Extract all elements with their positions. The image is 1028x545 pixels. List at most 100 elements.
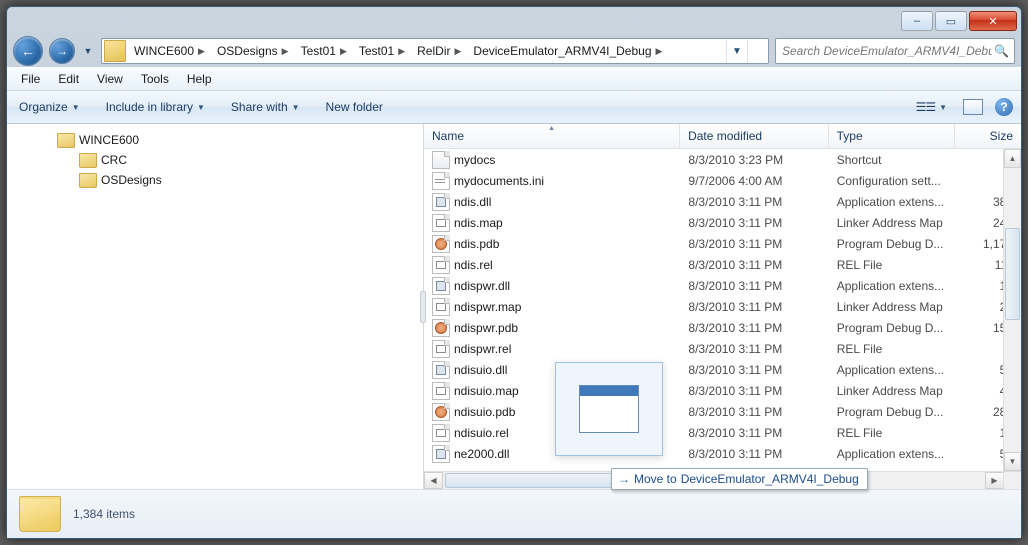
file-date: 8/3/2010 3:11 PM	[680, 258, 828, 272]
file-type: Linker Address Map	[829, 384, 955, 398]
file-row[interactable]: ndis.pdb8/3/2010 3:11 PMProgram Debug D.…	[424, 233, 1021, 254]
organize-button[interactable]: Organize ▼	[15, 96, 84, 118]
file-date: 8/3/2010 3:11 PM	[680, 342, 828, 356]
file-row[interactable]: ndisuio.pdb8/3/2010 3:11 PMProgram Debug…	[424, 401, 1021, 422]
column-size[interactable]: Size	[955, 124, 1021, 148]
scroll-left-arrow[interactable]: ◀	[424, 472, 443, 489]
breadcrumb-segment[interactable]: Test01▶	[295, 39, 353, 63]
search-input[interactable]	[780, 43, 994, 59]
close-button[interactable]: ✕	[969, 11, 1017, 31]
file-row[interactable]: ndispwr.rel8/3/2010 3:11 PMREL File6	[424, 338, 1021, 359]
folder-icon	[79, 153, 97, 168]
address-bar[interactable]: WINCE600▶OSDesigns▶Test01▶Test01▶RelDir▶…	[101, 38, 769, 64]
file-name: ndis.dll	[454, 195, 491, 209]
menu-bar: FileEditViewToolsHelp	[7, 67, 1021, 91]
share-with-button[interactable]: Share with ▼	[227, 96, 304, 118]
file-date: 8/3/2010 3:23 PM	[680, 153, 828, 167]
search-box[interactable]: 🔍	[775, 38, 1015, 64]
file-icon	[432, 214, 450, 232]
file-icon	[432, 424, 450, 442]
history-dropdown[interactable]: ▼	[81, 37, 95, 65]
chevron-down-icon: ▼	[292, 103, 300, 112]
file-name: mydocuments.ini	[454, 174, 544, 188]
column-name[interactable]: Name	[424, 124, 680, 148]
back-button[interactable]: ←	[13, 36, 43, 66]
chevron-down-icon: ▼	[197, 103, 205, 112]
chevron-right-icon: ▶	[656, 46, 663, 57]
file-icon	[432, 403, 450, 421]
scroll-right-arrow[interactable]: ▶	[985, 472, 1004, 489]
breadcrumb-label: Test01	[359, 44, 394, 58]
folder-icon	[57, 133, 75, 148]
breadcrumb-segment[interactable]: OSDesigns ▶	[211, 39, 295, 63]
file-row[interactable]: ndis.map8/3/2010 3:11 PMLinker Address M…	[424, 212, 1021, 233]
file-row[interactable]: ndis.dll8/3/2010 3:11 PMApplication exte…	[424, 191, 1021, 212]
file-icon	[432, 445, 450, 463]
scrollbar-corner	[1003, 471, 1021, 489]
tree-node[interactable]: WINCE600	[7, 130, 423, 150]
vertical-scrollbar[interactable]: ▲ ▼	[1003, 149, 1021, 471]
include-in-library-button[interactable]: Include in library ▼	[102, 96, 209, 118]
column-date[interactable]: Date modified	[680, 124, 829, 148]
scroll-down-arrow[interactable]: ▼	[1004, 452, 1021, 471]
file-date: 8/3/2010 3:11 PM	[680, 216, 828, 230]
chevron-down-icon: ▼	[72, 103, 80, 112]
view-icon: ☰☰	[916, 100, 936, 114]
file-row[interactable]: ndisuio.dll8/3/2010 3:11 PMApplication e…	[424, 359, 1021, 380]
menu-edit[interactable]: Edit	[50, 70, 87, 88]
file-row[interactable]: mydocuments.ini9/7/2006 4:00 AMConfigura…	[424, 170, 1021, 191]
drop-action-label: Move to	[634, 472, 677, 486]
tree-node[interactable]: OSDesigns	[7, 170, 423, 190]
file-icon	[432, 256, 450, 274]
menu-view[interactable]: View	[89, 70, 131, 88]
minimize-button[interactable]: –	[901, 11, 933, 31]
menu-help[interactable]: Help	[179, 70, 220, 88]
title-bar: – ▭ ✕	[7, 7, 1021, 35]
file-type: Linker Address Map	[829, 300, 955, 314]
file-type: REL File	[829, 426, 955, 440]
view-options-button[interactable]: ☰☰ ▼	[912, 96, 951, 118]
refresh-button[interactable]	[747, 40, 768, 62]
scroll-up-arrow[interactable]: ▲	[1004, 149, 1021, 168]
file-row[interactable]: ndispwr.pdb8/3/2010 3:11 PMProgram Debug…	[424, 317, 1021, 338]
chevron-right-icon: ▶	[282, 46, 289, 57]
new-folder-button[interactable]: New folder	[322, 96, 387, 118]
file-icon	[432, 319, 450, 337]
breadcrumb-segment[interactable]: DeviceEmulator_ARMV4I_Debug ▶	[467, 39, 668, 63]
chevron-right-icon: ▶	[198, 46, 205, 57]
menu-file[interactable]: File	[13, 70, 48, 88]
file-icon	[432, 235, 450, 253]
file-row[interactable]: ne2000.dll8/3/2010 3:11 PMApplication ex…	[424, 443, 1021, 464]
move-arrow-icon: →	[618, 472, 630, 486]
column-type[interactable]: Type	[829, 124, 955, 148]
forward-button[interactable]: →	[49, 38, 75, 64]
folder-tree[interactable]: WINCE600CRCOSDesigns	[7, 124, 424, 489]
file-type: REL File	[829, 342, 955, 356]
file-row[interactable]: ndispwr.map 8/3/2010 3:11 PMLinker Addres…	[424, 296, 1021, 317]
maximize-button[interactable]: ▭	[935, 11, 967, 31]
breadcrumb-label: OSDesigns	[217, 44, 278, 58]
address-dropdown[interactable]: ▼	[726, 40, 747, 62]
file-icon	[432, 382, 450, 400]
help-button[interactable]: ?	[995, 98, 1013, 116]
file-row[interactable]: ndis.rel8/3/2010 3:11 PMREL File111	[424, 254, 1021, 275]
menu-tools[interactable]: Tools	[133, 70, 177, 88]
file-row[interactable]: ndisuio.map8/3/2010 3:11 PMLinker Addres…	[424, 380, 1021, 401]
breadcrumb-segment[interactable]: Test01▶	[353, 39, 411, 63]
file-row[interactable]: mydocs8/3/2010 3:23 PMShortcut1	[424, 149, 1021, 170]
breadcrumb-segment[interactable]: RelDir▶	[411, 39, 467, 63]
scroll-thumb[interactable]	[1005, 228, 1020, 320]
file-date: 8/3/2010 3:11 PM	[680, 363, 828, 377]
preview-pane-button[interactable]	[959, 95, 987, 119]
file-date: 8/3/2010 3:11 PM	[680, 426, 828, 440]
file-name: ndispwr.map	[454, 300, 521, 314]
breadcrumb-label: DeviceEmulator_ARMV4I_Debug	[473, 44, 651, 58]
drag-preview	[555, 362, 663, 456]
breadcrumb-segment[interactable]: WINCE600▶	[128, 39, 211, 63]
file-date: 8/3/2010 3:11 PM	[680, 300, 828, 314]
file-type: Shortcut	[829, 153, 955, 167]
file-row[interactable]: ndispwr.dll8/3/2010 3:11 PMApplication e…	[424, 275, 1021, 296]
file-row[interactable]: ndisuio.rel8/3/2010 3:11 PMREL File16	[424, 422, 1021, 443]
folder-icon	[19, 496, 61, 532]
tree-node[interactable]: CRC	[7, 150, 423, 170]
